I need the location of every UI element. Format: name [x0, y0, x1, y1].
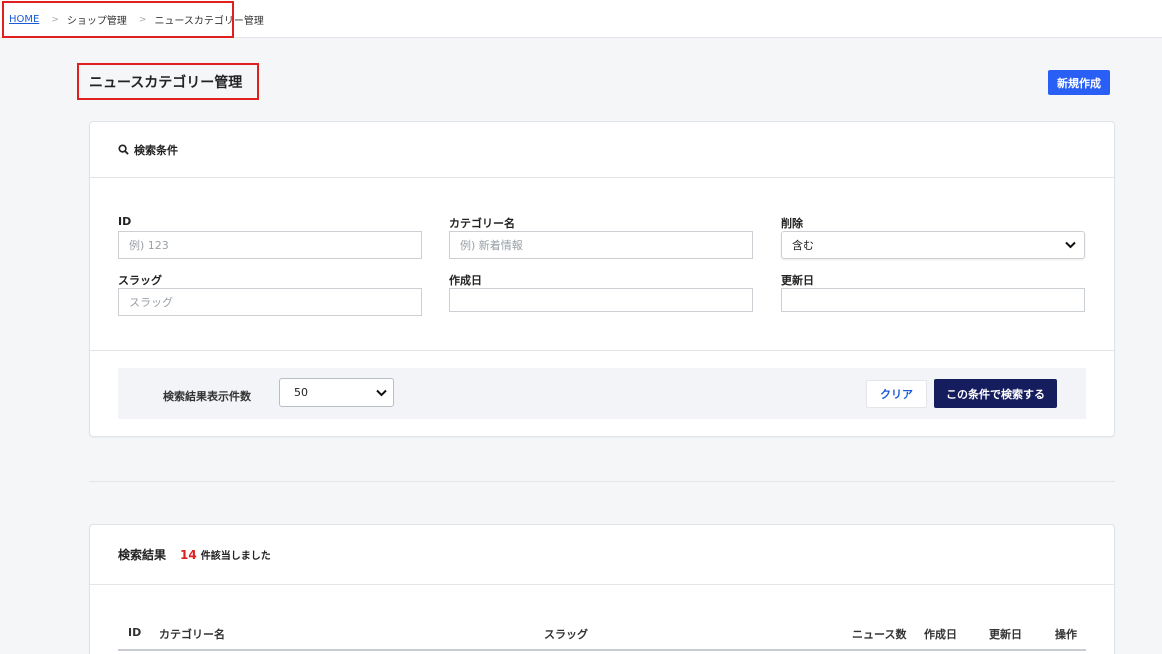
- updated-field-group: 更新日: [781, 272, 1085, 312]
- updated-date-input[interactable]: [781, 288, 1085, 312]
- search-actions-bar: 検索結果表示件数 50 クリア この条件で検索する: [118, 368, 1086, 419]
- divider: [90, 350, 1114, 351]
- column-header-created: 作成日: [924, 628, 957, 641]
- top-bar: HOME > ショップ管理 > ニュースカテゴリー管理: [0, 0, 1162, 38]
- breadcrumb-home-link[interactable]: HOME: [9, 14, 39, 25]
- results-header: 検索結果 14 件該当しました: [90, 525, 1114, 585]
- id-field-group: ID: [118, 215, 422, 259]
- results-count: 14: [180, 547, 197, 562]
- column-header-category-name: カテゴリー名: [159, 628, 225, 641]
- column-header-news-count: ニュース数: [852, 628, 907, 641]
- results-count-suffix: 件該当しました: [200, 551, 271, 562]
- column-header-slug: スラッグ: [544, 628, 588, 641]
- breadcrumb-separator: >: [138, 14, 147, 25]
- created-label: 作成日: [449, 274, 482, 287]
- per-page-select[interactable]: 50: [279, 378, 394, 407]
- category-name-input[interactable]: [449, 231, 753, 259]
- clear-button[interactable]: クリア: [866, 380, 927, 408]
- new-create-button[interactable]: 新規作成: [1048, 70, 1110, 95]
- search-panel-header: 検索条件: [90, 122, 1114, 178]
- chevron-down-icon: [376, 389, 387, 396]
- column-header-updated: 更新日: [989, 628, 1022, 641]
- category-name-field-group: カテゴリー名: [449, 215, 753, 259]
- search-submit-button[interactable]: この条件で検索する: [934, 379, 1057, 408]
- category-name-label: カテゴリー名: [449, 217, 515, 230]
- search-icon: [118, 144, 129, 155]
- chevron-down-icon: [1065, 241, 1076, 249]
- updated-label: 更新日: [781, 274, 814, 287]
- per-page-value: 50: [294, 386, 308, 399]
- created-date-input[interactable]: [449, 288, 753, 312]
- breadcrumb: HOME > ショップ管理 > ニュースカテゴリー管理: [2, 1, 264, 38]
- created-field-group: 作成日: [449, 272, 753, 312]
- slug-input[interactable]: [118, 288, 422, 316]
- section-divider: [89, 481, 1115, 482]
- column-header-actions: 操作: [1055, 628, 1077, 641]
- deleted-select[interactable]: 含む: [781, 231, 1085, 259]
- page-title: ニュースカテゴリー管理: [77, 63, 259, 100]
- results-panel: 検索結果 14 件該当しました ID カテゴリー名 スラッグ ニュース数 作成日…: [89, 524, 1115, 654]
- slug-field-group: スラッグ: [118, 272, 422, 316]
- table-header-border: [118, 649, 1086, 651]
- results-title: 検索結果: [118, 548, 167, 562]
- search-panel-title: 検索条件: [134, 143, 178, 157]
- deleted-label: 削除: [781, 217, 803, 230]
- search-panel: 検索条件 ID カテゴリー名 削除 含む スラッグ 作成日 更新日 検索結果表示…: [89, 121, 1115, 437]
- breadcrumb-item-shop[interactable]: ショップ管理: [67, 12, 127, 27]
- id-label: ID: [118, 215, 132, 228]
- deleted-field-group: 削除 含む: [781, 215, 1085, 259]
- id-input[interactable]: [118, 231, 422, 259]
- breadcrumb-separator: >: [51, 14, 59, 25]
- breadcrumb-item-current: ニュースカテゴリー管理: [154, 16, 264, 27]
- column-header-id: ID: [128, 626, 142, 639]
- per-page-label: 検索結果表示件数: [163, 390, 251, 403]
- deleted-select-value: 含む: [792, 239, 814, 252]
- slug-label: スラッグ: [118, 274, 162, 287]
